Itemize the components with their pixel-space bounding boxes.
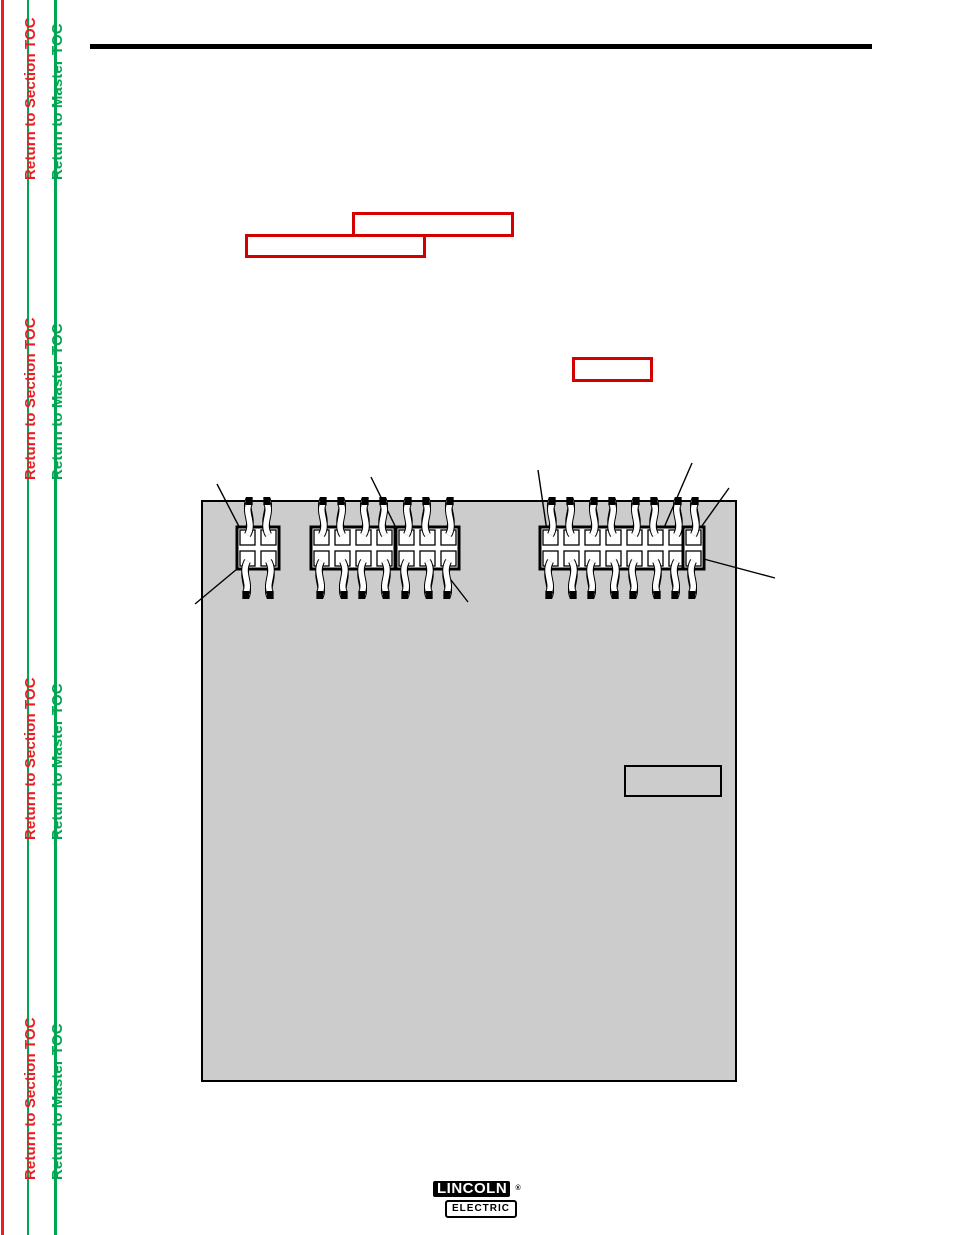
logo-primary-text: LINCOLN ® xyxy=(433,1180,522,1197)
rail-divider-red xyxy=(1,0,4,1235)
logo-primary-label: LINCOLN xyxy=(437,1180,508,1197)
redaction-box-3 xyxy=(572,357,653,382)
header-rule xyxy=(90,44,872,49)
nav-tab-return-to-master-toc[interactable]: Return to Master TOC xyxy=(49,23,66,180)
redaction-box-2 xyxy=(245,234,426,258)
nav-tab-return-to-section-toc[interactable]: Return to Section TOC xyxy=(22,677,39,840)
board-component-outline xyxy=(624,765,722,797)
nav-tab-return-to-section-toc[interactable]: Return to Section TOC xyxy=(22,1017,39,1180)
nav-tab-return-to-master-toc[interactable]: Return to Master TOC xyxy=(49,683,66,840)
nav-tab-return-to-section-toc[interactable]: Return to Section TOC xyxy=(22,17,39,180)
lincoln-electric-logo: LINCOLN ® ELECTRIC xyxy=(433,1180,522,1218)
nav-tab-return-to-master-toc[interactable]: Return to Master TOC xyxy=(49,1023,66,1180)
nav-tab-return-to-section-toc[interactable]: Return to Section TOC xyxy=(22,317,39,480)
nav-tab-return-to-master-toc[interactable]: Return to Master TOC xyxy=(49,323,66,480)
nav-rail: Return to Section TOC Return to Master TO… xyxy=(0,0,66,1235)
logo-secondary-text: ELECTRIC xyxy=(445,1200,517,1218)
logo-registered-mark: ® xyxy=(515,1181,522,1197)
